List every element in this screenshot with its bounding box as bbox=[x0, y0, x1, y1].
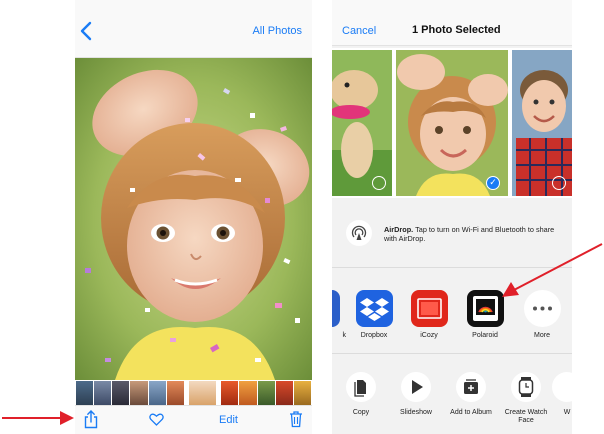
main-photo bbox=[75, 58, 312, 380]
photo-viewer-navbar: All Photos bbox=[75, 0, 312, 58]
airdrop-title: AirDrop. bbox=[384, 225, 414, 234]
action-copy[interactable]: Copy bbox=[333, 372, 389, 417]
thumbnail[interactable] bbox=[112, 381, 130, 405]
thumbnail[interactable] bbox=[148, 381, 166, 405]
app-label: Dropbox bbox=[360, 332, 388, 339]
share-actions-row: Copy Slideshow Add to Album Create Watch… bbox=[332, 356, 572, 434]
action-label: Add to Album bbox=[450, 409, 492, 416]
thumbnail[interactable] bbox=[166, 381, 184, 405]
back-chevron-icon[interactable] bbox=[79, 20, 99, 42]
thumbnail[interactable] bbox=[130, 381, 148, 405]
app-partial[interactable]: k bbox=[332, 290, 346, 339]
arrow-to-polaroid-icon bbox=[502, 243, 603, 297]
partial-action-icon bbox=[552, 372, 572, 402]
airdrop-icon bbox=[346, 220, 372, 246]
selection-circle[interactable] bbox=[552, 176, 566, 190]
dropbox-icon bbox=[355, 290, 393, 327]
share-sheet-navbar: Cancel 1 Photo Selected bbox=[332, 0, 572, 46]
app-icozy[interactable]: iCozy bbox=[404, 290, 454, 339]
photo-toolbar: Edit bbox=[75, 405, 312, 434]
selection-check-icon[interactable]: ✓ bbox=[486, 176, 500, 190]
action-label: Copy bbox=[352, 409, 370, 416]
play-icon bbox=[401, 372, 431, 402]
photo-boy[interactable] bbox=[512, 50, 572, 196]
thumbnail[interactable] bbox=[94, 381, 112, 405]
selectable-photo-row: ✓ bbox=[332, 48, 572, 198]
watch-icon bbox=[511, 372, 541, 402]
action-slideshow[interactable]: Slideshow bbox=[388, 372, 444, 417]
app-label: iCozy bbox=[420, 332, 438, 339]
share-icon[interactable] bbox=[84, 410, 98, 432]
app-dropbox[interactable]: Dropbox bbox=[349, 290, 399, 339]
thumbnail[interactable] bbox=[76, 381, 94, 405]
action-partial-label: W bbox=[563, 409, 571, 416]
thumbnail[interactable] bbox=[275, 381, 293, 405]
app-label: Polaroid bbox=[472, 332, 498, 339]
heart-icon[interactable] bbox=[149, 413, 164, 429]
share-sheet-screen: Cancel 1 Photo Selected ✓ AirDrop. Tap t… bbox=[332, 0, 572, 434]
thumbnail[interactable] bbox=[221, 381, 239, 405]
thumbnail[interactable] bbox=[293, 381, 311, 405]
arrow-to-share-icon bbox=[2, 411, 74, 425]
add-album-icon bbox=[456, 372, 486, 402]
action-add-to-album[interactable]: Add to Album bbox=[443, 372, 499, 417]
thumbnail[interactable] bbox=[239, 381, 257, 405]
photo-thumbnail-strip[interactable] bbox=[75, 381, 312, 405]
icozy-icon bbox=[410, 290, 448, 327]
trash-icon[interactable] bbox=[289, 410, 303, 431]
edit-button[interactable]: Edit bbox=[219, 414, 238, 426]
action-label: Slideshow bbox=[400, 409, 432, 416]
cancel-button[interactable]: Cancel bbox=[342, 25, 376, 37]
copy-icon bbox=[346, 372, 376, 402]
partial-app-icon bbox=[332, 290, 340, 327]
selection-circle[interactable] bbox=[372, 176, 386, 190]
selection-title: 1 Photo Selected bbox=[412, 24, 501, 36]
app-label: More bbox=[534, 332, 550, 339]
photo-viewer-screen: All Photos Edit bbox=[75, 0, 312, 434]
action-label: Create Watch Face bbox=[504, 409, 548, 424]
all-photos-link[interactable]: All Photos bbox=[252, 25, 302, 37]
photo-girl-selected[interactable]: ✓ bbox=[396, 50, 508, 196]
action-create-watch-face[interactable]: Create Watch Face bbox=[498, 372, 554, 425]
thumbnail-current[interactable] bbox=[188, 381, 217, 405]
thumbnail[interactable] bbox=[257, 381, 275, 405]
photo-dog[interactable] bbox=[332, 50, 392, 196]
app-partial-label: k bbox=[342, 332, 347, 339]
action-partial[interactable]: W bbox=[552, 372, 572, 417]
